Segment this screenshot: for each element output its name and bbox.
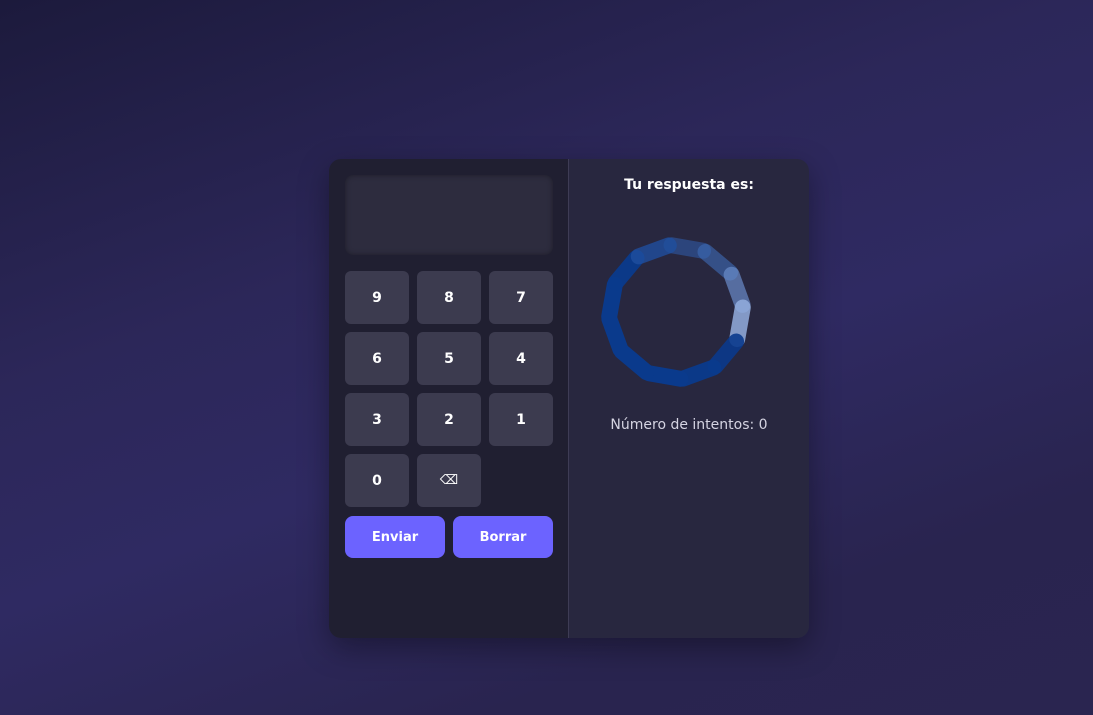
key-1[interactable]: 1 — [489, 393, 553, 446]
key-4[interactable]: 4 — [489, 332, 553, 385]
attempts-counter: Número de intentos: 0 — [610, 417, 768, 433]
result-panel: Tu respuesta es: Número de intentos: 0 — [569, 159, 809, 638]
clear-button[interactable]: Borrar — [453, 516, 553, 558]
key-9[interactable]: 9 — [345, 271, 409, 324]
key-0[interactable]: 0 — [345, 454, 409, 507]
answer-title: Tu respuesta es: — [624, 177, 754, 193]
key-2[interactable]: 2 — [417, 393, 481, 446]
key-3[interactable]: 3 — [345, 393, 409, 446]
key-5[interactable]: 5 — [417, 332, 481, 385]
keypad-panel: 9 8 7 6 5 4 3 2 1 0 ⌫ Enviar Borrar — [329, 159, 569, 638]
key-8[interactable]: 8 — [417, 271, 481, 324]
backspace-icon: ⌫ — [439, 473, 459, 488]
backspace-key[interactable]: ⌫ — [417, 454, 481, 507]
calculator-card: 9 8 7 6 5 4 3 2 1 0 ⌫ Enviar Borrar Tu r… — [329, 159, 809, 638]
action-buttons: Enviar Borrar — [345, 516, 553, 558]
submit-button[interactable]: Enviar — [345, 516, 445, 558]
number-keypad: 9 8 7 6 5 4 3 2 1 0 ⌫ — [345, 271, 553, 507]
answer-display — [345, 175, 553, 255]
key-7[interactable]: 7 — [489, 271, 553, 324]
spinner-bar — [630, 237, 677, 265]
key-6[interactable]: 6 — [345, 332, 409, 385]
loading-spinner-icon — [601, 237, 751, 387]
